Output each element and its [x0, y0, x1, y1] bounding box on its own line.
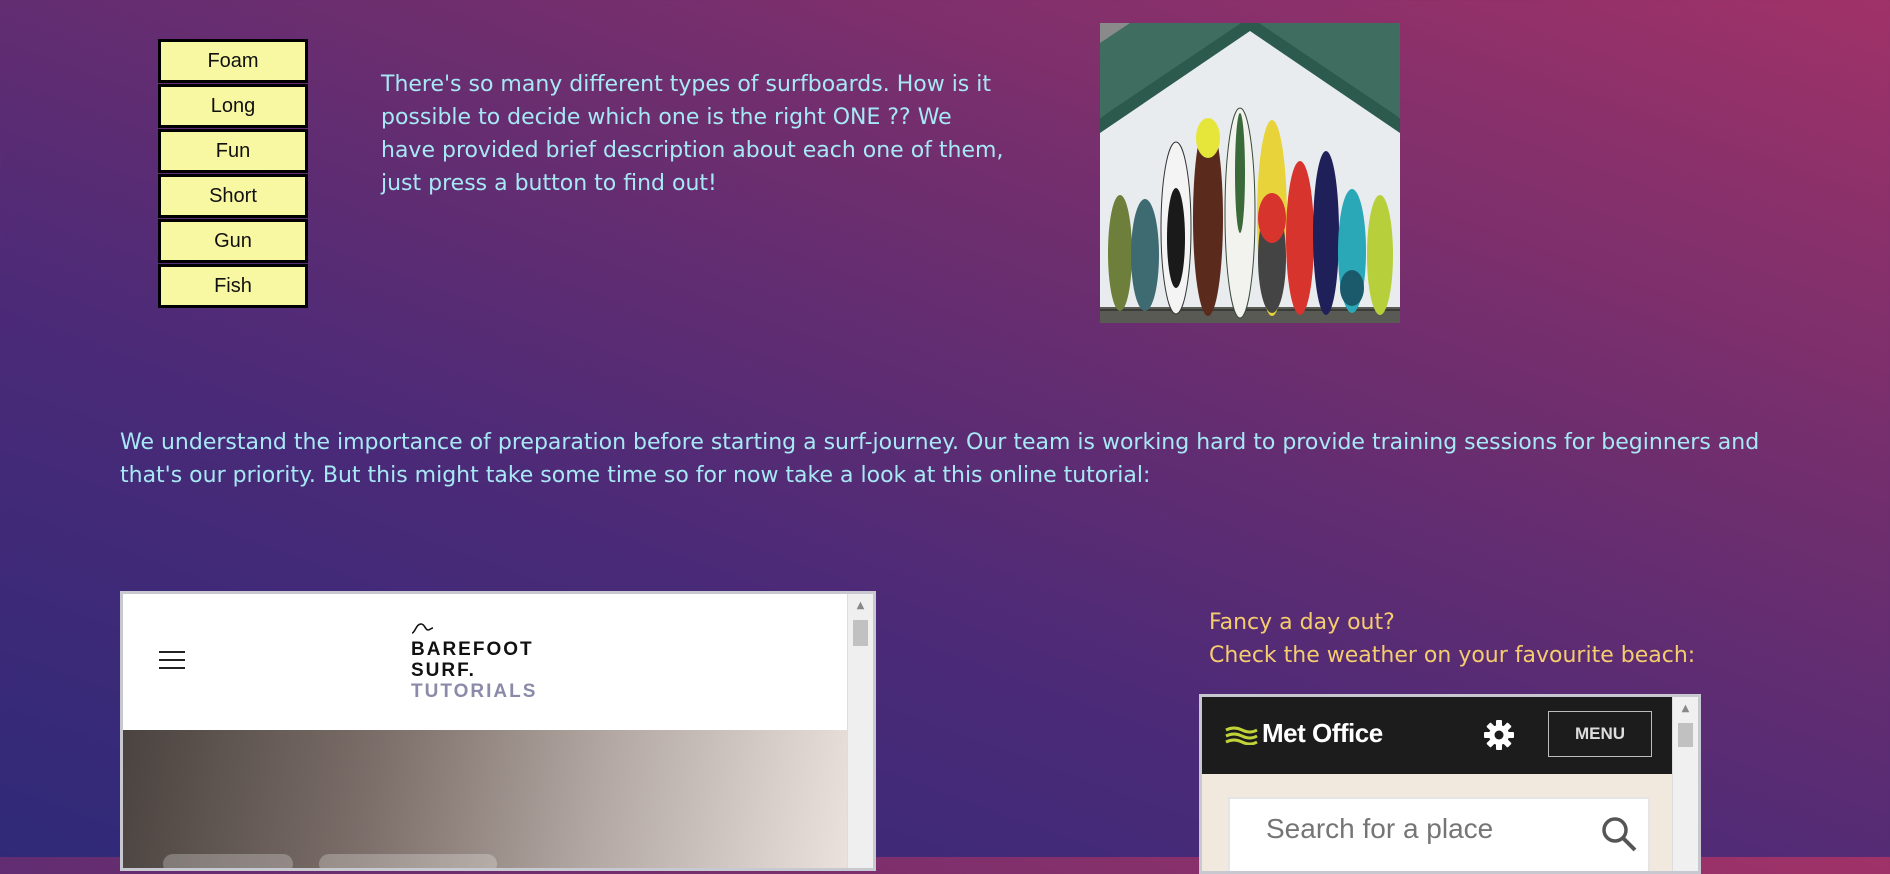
surfboards-illustration	[1100, 23, 1400, 323]
fish-button[interactable]: Fish	[158, 264, 308, 308]
surf-embed-scrollbar[interactable]: ▲	[847, 594, 873, 868]
place-search-input[interactable]: Search for a place	[1228, 797, 1650, 871]
scroll-thumb[interactable]	[1678, 723, 1693, 747]
met-office-header: Met Office MENU	[1202, 697, 1676, 774]
intro-text: There's so many different types of surfb…	[381, 72, 1004, 196]
foam-button[interactable]: Foam	[158, 39, 308, 83]
search-placeholder: Search for a place	[1266, 813, 1494, 844]
gun-button[interactable]: Gun	[158, 219, 308, 263]
short-button[interactable]: Short	[158, 174, 308, 218]
surfboards-photo	[1100, 23, 1400, 323]
surf-embed-header: BAREFOOT SURF. TUTORIALS	[123, 594, 851, 730]
logo-line-surf: SURF.	[411, 660, 476, 681]
hamburger-menu-icon[interactable]	[159, 651, 185, 669]
surf-hero-image	[123, 730, 851, 868]
met-embed-scrollbar[interactable]: ▲	[1672, 697, 1698, 871]
scroll-up-arrow-icon[interactable]: ▲	[848, 598, 873, 614]
weather-line-1: Fancy a day out?	[1209, 610, 1395, 635]
weather-prompt: Fancy a day out? Check the weather on yo…	[1209, 606, 1695, 672]
scroll-up-arrow-icon[interactable]: ▲	[1673, 701, 1698, 717]
surf-tutorial-embed[interactable]: BAREFOOT SURF. TUTORIALS ▲	[120, 591, 876, 871]
scroll-thumb[interactable]	[853, 620, 868, 646]
gear-icon[interactable]	[1483, 719, 1515, 751]
long-button[interactable]: Long	[158, 84, 308, 128]
logo-line-tutorials: TUTORIALS	[411, 681, 538, 702]
met-office-embed[interactable]: Met Office MENU Search for a place ▲	[1199, 694, 1701, 874]
met-office-logo-icon	[1225, 726, 1258, 745]
met-office-brand[interactable]: Met Office	[1262, 718, 1383, 749]
logo-line-barefoot: BAREFOOT	[411, 639, 534, 660]
search-icon[interactable]	[1600, 815, 1638, 853]
menu-button[interactable]: MENU	[1548, 711, 1652, 757]
weather-line-2: Check the weather on your favourite beac…	[1209, 643, 1696, 668]
wave-logo-icon	[411, 623, 434, 634]
preparation-text: We understand the importance of preparat…	[120, 430, 1760, 488]
fun-button[interactable]: Fun	[158, 129, 308, 173]
barefoot-logo[interactable]: BAREFOOT SURF. TUTORIALS	[411, 620, 537, 702]
